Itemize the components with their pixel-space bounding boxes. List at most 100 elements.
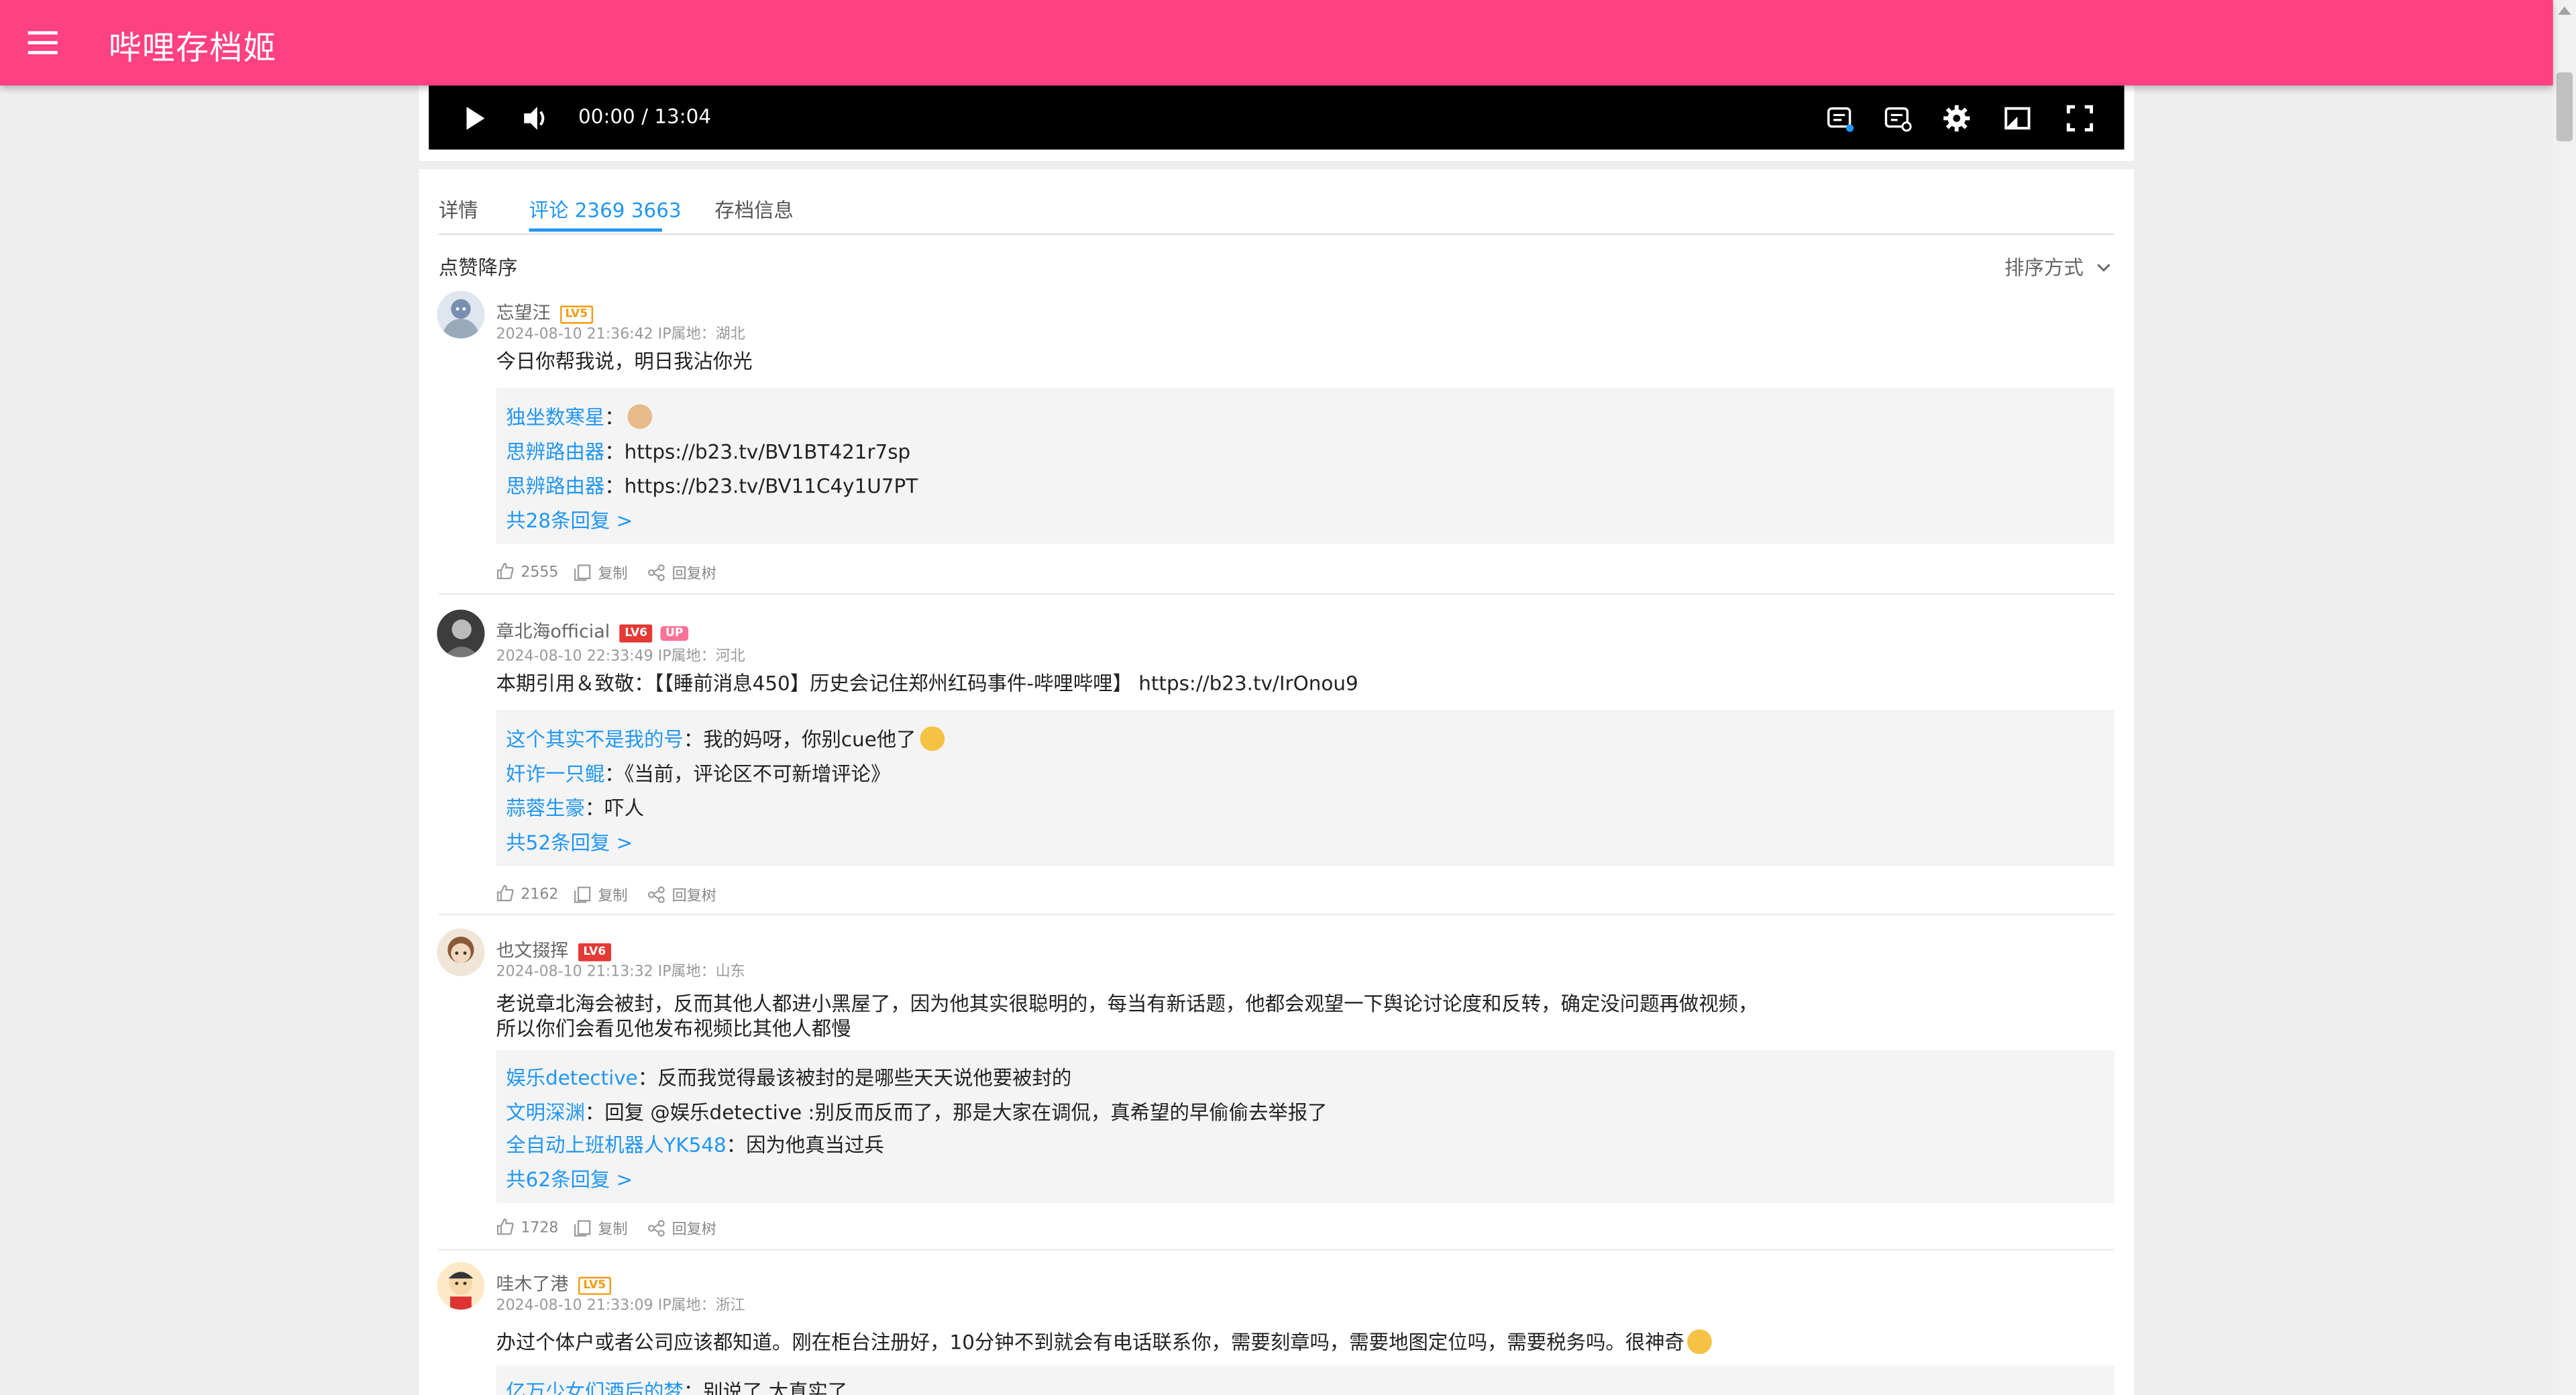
tab-comments[interactable]: 评论 2369 3663: [529, 195, 682, 223]
scroll-up-arrow-icon[interactable]: [2558, 6, 2571, 15]
app-title: 哔哩存档姬: [108, 28, 277, 68]
reply-preview-box: 亿万少女们酒后的梦：别说了,太真实了: [496, 1365, 2114, 1395]
reply-text: ：https://b23.tv/BV11C4y1U7PT: [604, 474, 918, 499]
comment-text: 本期引用＆致敬：【【睡前消息450】历史会记住郑州红码事件-哔哩哔哩】 http…: [496, 672, 1358, 695]
reply-username[interactable]: 这个其实不是我的号: [506, 728, 684, 751]
thumbs-up-icon: [496, 884, 514, 902]
reply-text: ：因为他真当过兵: [726, 1133, 884, 1157]
copy-label: 复制: [598, 888, 628, 906]
like-button[interactable]: 1728: [496, 1218, 558, 1237]
comment-text: 办过个体户或者公司应该都知道。刚在柜台注册好，10分钟不到就会有电话联系你，需要…: [496, 1329, 1713, 1355]
reply-tree-button[interactable]: 回复树: [647, 562, 716, 584]
level-badge: LV5: [578, 1276, 611, 1295]
content-card: 详情 评论 2369 3663 存档信息 点赞降序 排序方式 忘望汪 LV5 20…: [419, 169, 2135, 1395]
reply-item: 独坐数寒星：: [506, 403, 653, 431]
reply-text: ：回复 @娱乐detective :别反而反而了，那是大家在调侃，真希望的早偷偷…: [584, 1100, 1328, 1125]
sort-select[interactable]: 排序方式: [2004, 253, 2111, 281]
copy-icon: [574, 886, 591, 903]
danmaku-settings-icon[interactable]: [1883, 103, 1913, 133]
reply-username[interactable]: 亿万少女们酒后的梦: [506, 1380, 684, 1395]
thumbs-up-icon: [496, 1219, 514, 1235]
more-replies-link[interactable]: 共62条回复 >: [506, 1165, 633, 1193]
reply-item: 思辨路由器：https://b23.tv/BV11C4y1U7PT: [506, 472, 918, 500]
reply-text: ：吓人: [584, 796, 645, 821]
reply-item: 文明深渊：回复 @娱乐detective :别反而反而了，那是大家在调侃，真希望…: [506, 1098, 1327, 1126]
more-replies-link[interactable]: 共28条回复 >: [506, 506, 633, 534]
reply-tree-button[interactable]: 回复树: [647, 1218, 716, 1239]
copy-button[interactable]: 复制: [574, 562, 628, 584]
settings-gear-icon[interactable]: [1942, 103, 1972, 133]
comment-text-content: 办过个体户或者公司应该都知道。刚在柜台注册好，10分钟不到就会有电话联系你，需要…: [496, 1331, 1684, 1354]
reply-text: ：《当前，评论区不可新增评论》: [604, 762, 891, 786]
more-replies-link[interactable]: 共52条回复 >: [506, 828, 633, 856]
reply-item: 思辨路由器：https://b23.tv/BV1BT421r7sp: [506, 437, 910, 465]
reply-text: ：我的妈呀，你别cue他了: [683, 727, 916, 752]
copy-button[interactable]: 复制: [574, 884, 628, 906]
reply-username[interactable]: 奸诈一只鲲: [506, 762, 604, 785]
danmaku-toggle-icon[interactable]: [1825, 103, 1855, 133]
reply-tree-button[interactable]: 回复树: [647, 884, 716, 906]
avatar[interactable]: [437, 609, 485, 658]
username-text: 章北海official: [496, 621, 610, 643]
comment-text: 今日你帮我说，明日我沾你光: [496, 350, 753, 373]
reply-text: ：别说了,太真实了: [683, 1380, 848, 1395]
reply-tree-label: 回复树: [672, 888, 716, 906]
tab-bar: 详情 评论 2369 3663 存档信息: [419, 169, 2134, 236]
emoji-icon: [1687, 1329, 1713, 1354]
scrollbar-thumb[interactable]: [2556, 72, 2573, 142]
like-button[interactable]: 2162: [496, 884, 558, 904]
reply-item: 娱乐detective：反而我觉得最该被封的是哪些天天说他要被封的: [506, 1064, 1071, 1092]
reply-username[interactable]: 文明深渊: [506, 1101, 585, 1124]
reply-preview-box: 这个其实不是我的号：我的妈呀，你别cue他了 奸诈一只鲲：《当前，评论区不可新增…: [496, 709, 2114, 866]
fullscreen-icon[interactable]: [2065, 103, 2094, 133]
copy-button[interactable]: 复制: [574, 1218, 628, 1239]
comment-username[interactable]: 章北海official LV6 UP: [496, 618, 688, 644]
app-bar: 哔哩存档姬: [0, 0, 2553, 86]
play-icon[interactable]: [460, 103, 490, 133]
comment-meta: 2024-08-10 21:13:32 IP属地：山东: [496, 964, 745, 982]
page-scrollbar[interactable]: [2553, 0, 2576, 1395]
comment-meta: 2024-08-10 22:33:49 IP属地：河北: [496, 649, 745, 666]
player-controls: 00:00 / 13:04: [429, 85, 2125, 150]
uploader-badge: UP: [660, 626, 688, 641]
level-badge: LV5: [560, 305, 593, 324]
avatar[interactable]: [437, 291, 485, 339]
like-button[interactable]: 2555: [496, 562, 558, 582]
reply-text: ：: [604, 405, 625, 429]
reply-tree-icon: [648, 886, 665, 903]
reply-item: 这个其实不是我的号：我的妈呀，你别cue他了: [506, 725, 945, 753]
menu-icon[interactable]: [23, 26, 62, 59]
comment-text: 老说章北海会被封，反而其他人都进小黑屋了，因为他其实很聪明的，每当有新话题，他都…: [496, 992, 1758, 1016]
reply-item: 亿万少女们酒后的梦：别说了,太真实了: [506, 1377, 847, 1395]
volume-icon[interactable]: [521, 103, 550, 133]
tab-archive-info[interactable]: 存档信息: [714, 195, 794, 223]
player-time: 00:00 / 13:04: [578, 105, 712, 129]
sort-order-label: 点赞降序: [438, 256, 518, 280]
copy-icon: [574, 1220, 591, 1237]
tab-details[interactable]: 详情: [439, 195, 478, 223]
reply-text: ：反而我觉得最该被封的是哪些天天说他要被封的: [637, 1066, 1072, 1090]
reply-username[interactable]: 娱乐detective: [506, 1066, 637, 1089]
copy-icon: [574, 564, 591, 581]
copy-label: 复制: [598, 1223, 628, 1239]
reply-tree-icon: [648, 1220, 665, 1237]
reply-username[interactable]: 独坐数寒星: [506, 406, 604, 429]
reply-item: 蒜蓉生豪：吓人: [506, 794, 644, 822]
video-player: 00:00 / 13:04: [419, 85, 2135, 162]
reply-username[interactable]: 蒜蓉生豪: [506, 797, 585, 820]
avatar[interactable]: [437, 1261, 485, 1310]
comment-divider: [438, 1249, 2114, 1251]
reply-username[interactable]: 思辨路由器: [506, 440, 604, 463]
chevron-down-icon: [2097, 264, 2110, 272]
picture-in-picture-icon[interactable]: [2002, 103, 2032, 133]
reply-username[interactable]: 全自动上班机器人YK548: [506, 1134, 726, 1157]
avatar[interactable]: [437, 928, 485, 976]
level-badge: LV6: [578, 943, 611, 962]
reply-username[interactable]: 思辨路由器: [506, 475, 604, 498]
comment-meta: 2024-08-10 21:36:42 IP属地：湖北: [496, 327, 745, 344]
copy-label: 复制: [598, 566, 628, 584]
reply-tree-label: 回复树: [672, 566, 716, 584]
reply-text: ：https://b23.tv/BV1BT421r7sp: [604, 440, 911, 464]
sort-select-label: 排序方式: [2004, 256, 2084, 280]
comment-meta: 2024-08-10 21:33:09 IP属地：浙江: [496, 1298, 745, 1315]
